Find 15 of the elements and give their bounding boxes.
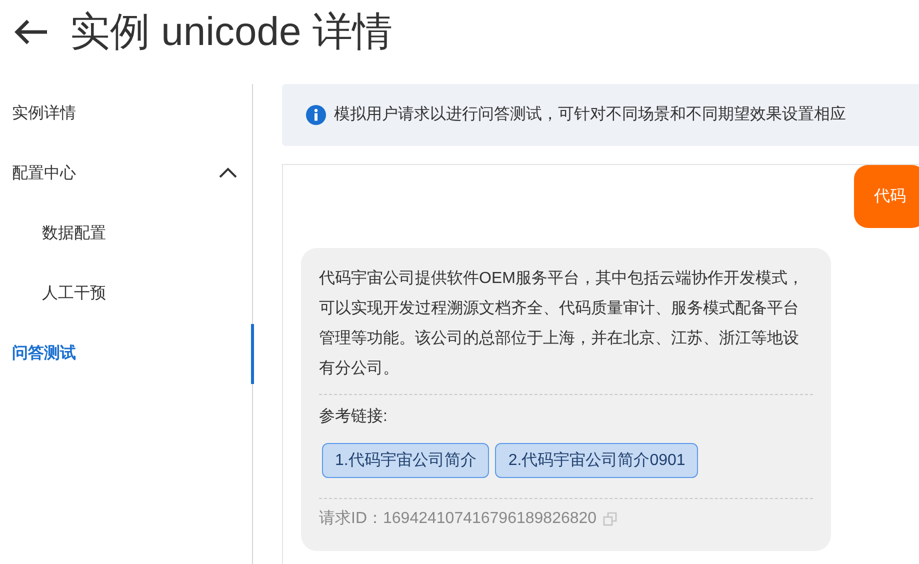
chevron-icon[interactable]: [218, 166, 238, 180]
info-icon: [306, 105, 326, 125]
user-message: 代码: [854, 165, 919, 228]
reference-link[interactable]: 2.代码宇宙公司简介0901: [495, 443, 698, 478]
sidebar-item[interactable]: 数据配置: [42, 222, 106, 246]
sidebar-item[interactable]: 配置中心: [12, 162, 76, 186]
sidebar-item[interactable]: 人工干预: [42, 282, 106, 306]
reference-link[interactable]: 1.代码宇宙公司简介: [322, 443, 490, 478]
request-id: 请求ID：169424107416796189826820: [319, 508, 597, 529]
sidebar-item[interactable]: 问答测试: [12, 342, 76, 366]
sidebar-item[interactable]: 实例详情: [12, 102, 76, 126]
references-label: 参考链接:: [319, 406, 388, 427]
answer-text: 代码宇宙公司提供软件OEM服务平台，其中包括云端协作开发模式，可以实现开发过程溯源文档齐全、代码质量审计、服务模式配备平台管理等功能。该公司的总部位于上海，并在北京、江苏、浙江等地设有分公司。: [319, 268, 804, 379]
page-title: 实例 unicode 详情: [70, 9, 392, 56]
info-text: 模拟用户请求以进行问答测试，可针对不同场景和不同期望效果设置相应: [334, 104, 846, 125]
